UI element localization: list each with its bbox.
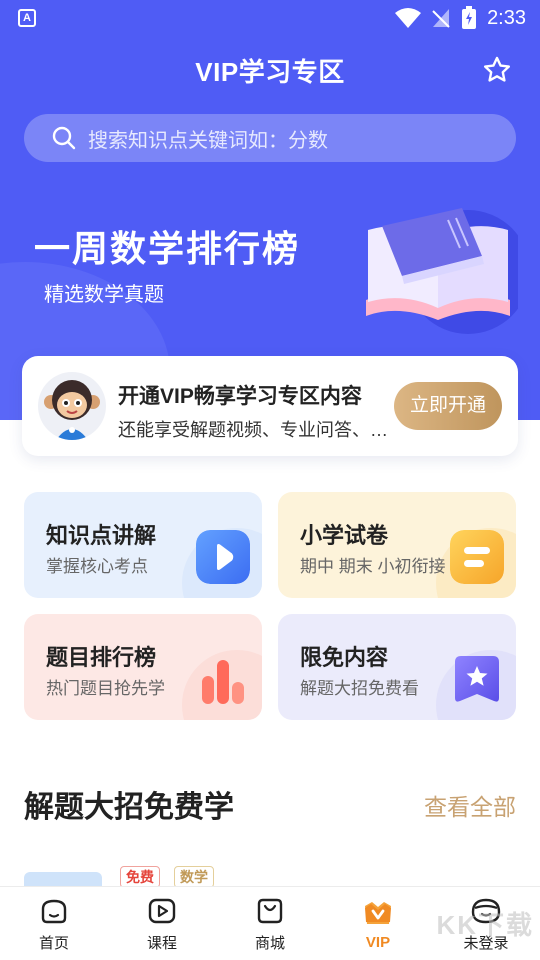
clock: 2:33 — [487, 6, 526, 29]
star-badge-icon — [455, 656, 499, 702]
course-icon — [148, 898, 176, 924]
banner-subtitle: 精选数学真题 — [44, 284, 164, 306]
tile-free-content[interactable]: 限免内容 解题大招免费看 — [278, 614, 516, 720]
vip-card-description: 还能享受解题视频、专业问答、… — [118, 420, 388, 440]
tab-home[interactable]: 首页 — [0, 887, 108, 960]
watermark: KK下载 — [436, 910, 534, 940]
mascot-avatar — [38, 372, 106, 440]
tab-label: VIP — [365, 934, 391, 951]
tile-subtitle: 期中 期末 小初衔接 — [300, 557, 446, 576]
subject-tag: 数学 — [174, 866, 214, 888]
tile-title: 知识点讲解 — [46, 523, 157, 548]
vip-icon — [365, 902, 391, 924]
shop-icon — [257, 898, 283, 924]
tab-label: 商城 — [254, 935, 285, 952]
favorite-star-icon[interactable] — [482, 55, 512, 85]
paper-icon — [450, 530, 504, 584]
vip-promo-card[interactable]: 开通VIP畅享学习专区内容 还能享受解题视频、专业问答、… 立即开通 — [22, 356, 518, 456]
search-placeholder: 搜索知识点关键词如：分数 — [88, 129, 328, 152]
tile-knowledge-points[interactable]: 知识点讲解 掌握核心考点 — [24, 492, 262, 598]
play-icon — [196, 530, 250, 584]
tab-course[interactable]: 课程 — [108, 887, 216, 960]
bar-chart-icon — [202, 660, 244, 704]
search-icon — [52, 126, 76, 150]
open-book-illustration — [366, 208, 518, 334]
view-all-link[interactable]: 查看全部 — [424, 788, 516, 822]
tab-vip[interactable]: VIP — [324, 887, 432, 960]
tab-label: 首页 — [38, 935, 69, 952]
status-bar: A 2:33 — [0, 0, 540, 36]
status-icons: 2:33 — [395, 6, 526, 30]
page-title: VIP学习专区 — [195, 57, 345, 87]
banner-title[interactable]: 一周数学排行榜 — [34, 220, 300, 272]
search-input[interactable]: 搜索知识点关键词如：分数 — [24, 114, 516, 162]
home-icon — [41, 899, 67, 924]
tile-subtitle: 热门题目抢先学 — [46, 679, 165, 698]
tab-label: 课程 — [146, 935, 177, 952]
tile-subtitle: 掌握核心考点 — [46, 557, 148, 576]
tile-question-ranking[interactable]: 题目排行榜 热门题目抢先学 — [24, 614, 262, 720]
tab-shop[interactable]: 商城 — [216, 887, 324, 960]
tile-title: 题目排行榜 — [46, 645, 157, 670]
tile-title: 限免内容 — [300, 645, 389, 670]
tile-subtitle: 解题大招免费看 — [300, 679, 419, 698]
vip-card-title: 开通VIP畅享学习专区内容 — [118, 385, 362, 408]
wifi-icon — [395, 8, 422, 28]
tile-primary-exams[interactable]: 小学试卷 期中 期末 小初衔接 — [278, 492, 516, 598]
no-signal-icon — [432, 9, 450, 28]
free-tag: 免费 — [120, 866, 160, 888]
notification-icon: A — [18, 9, 36, 27]
tile-title: 小学试卷 — [300, 523, 389, 548]
monkey-mascot-icon — [44, 380, 100, 440]
battery-icon — [462, 6, 477, 29]
section-title: 解题大招免费学 — [24, 791, 234, 824]
open-vip-button[interactable]: 立即开通 — [394, 382, 502, 430]
